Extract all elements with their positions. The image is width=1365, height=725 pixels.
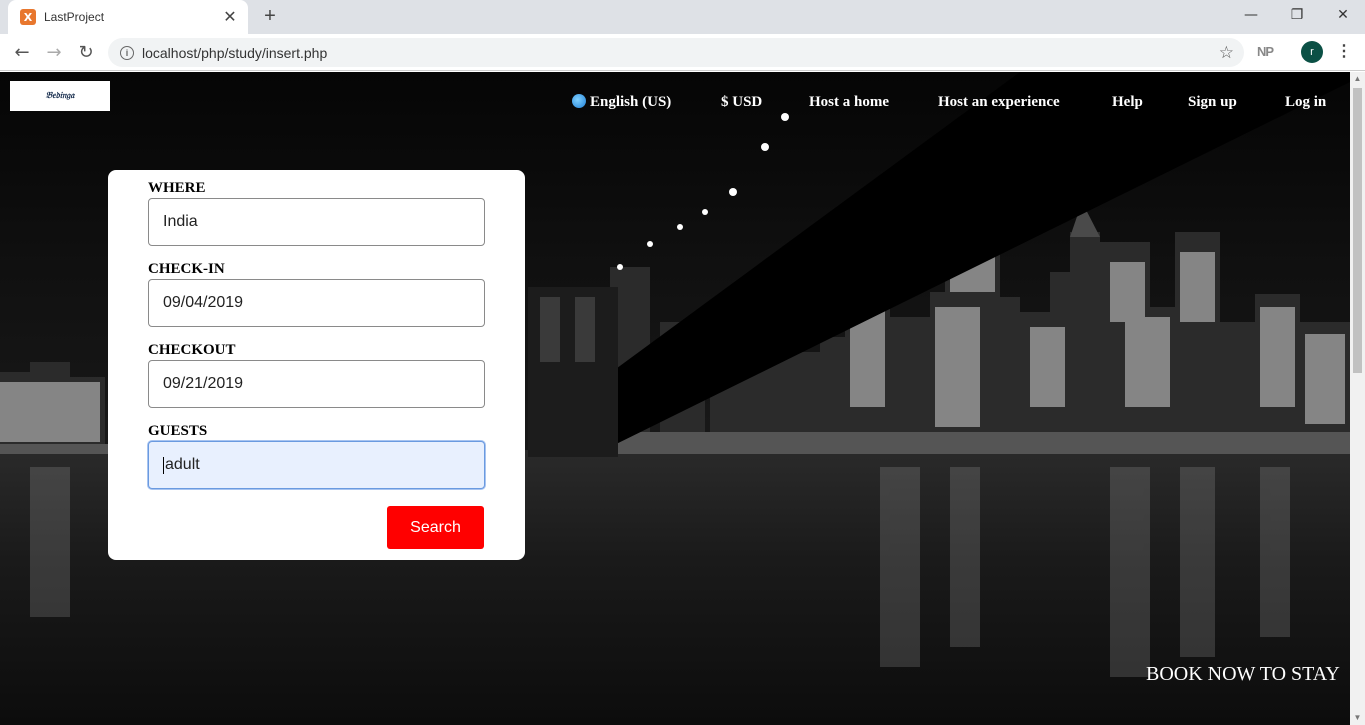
profile-avatar[interactable]: r	[1301, 41, 1323, 63]
tab-title: LastProject	[44, 10, 105, 24]
checkin-input[interactable]: 09/04/2019	[148, 279, 485, 327]
address-bar[interactable]: i localhost/php/study/insert.php ☆	[108, 38, 1244, 67]
nav-currency[interactable]: $ USD	[721, 94, 762, 111]
nav-language[interactable]: English (US)	[572, 94, 671, 111]
site-logo-text: 𝔅𝔢𝔡𝔦𝔫𝔤𝔞	[45, 91, 75, 101]
minimize-window-button[interactable]: —	[1228, 0, 1274, 30]
reload-icon[interactable]: ↻	[73, 39, 99, 65]
close-window-button[interactable]: ✕	[1320, 0, 1365, 30]
checkout-label: CHECKOUT	[148, 342, 236, 358]
search-form-card: WHERE India CHECK-IN 09/04/2019 CHECKOUT…	[108, 170, 525, 560]
checkin-value: 09/04/2019	[163, 294, 244, 311]
bookmark-star-icon[interactable]: ☆	[1219, 43, 1234, 63]
scrollbar-thumb[interactable]	[1353, 88, 1362, 373]
where-value: India	[163, 213, 198, 230]
restore-window-button[interactable]: ❐	[1274, 0, 1320, 30]
tab-close-icon[interactable]: ✕	[222, 7, 238, 27]
checkout-value: 09/21/2019	[163, 375, 244, 392]
extension-np-icon[interactable]: NP	[1257, 44, 1274, 59]
guests-value: adult	[165, 456, 200, 473]
guests-input[interactable]: adult	[148, 441, 485, 489]
forward-icon[interactable]: →	[41, 39, 67, 65]
scroll-up-arrow-icon[interactable]: ▲	[1350, 72, 1365, 86]
guests-label: GUESTS	[148, 423, 208, 439]
page-hero: 𝔅𝔢𝔡𝔦𝔫𝔤𝔞 English (US) $ USD Host a home H…	[0, 72, 1350, 725]
browser-tab[interactable]: X LastProject ✕	[8, 0, 248, 34]
browser-toolbar: ← → ↻ i localhost/php/study/insert.php ☆…	[0, 34, 1365, 71]
book-now-banner: BOOK NOW TO STAY	[1146, 663, 1340, 685]
browser-menu-icon[interactable]: ⋮	[1336, 41, 1352, 63]
checkin-label: CHECK-IN	[148, 261, 225, 277]
search-button[interactable]: Search	[387, 506, 484, 549]
nav-help[interactable]: Help	[1112, 94, 1143, 111]
nav-log-in[interactable]: Log in	[1285, 94, 1326, 111]
site-logo[interactable]: 𝔅𝔢𝔡𝔦𝔫𝔤𝔞	[10, 81, 110, 111]
new-tab-button[interactable]: +	[258, 4, 282, 28]
globe-icon	[572, 94, 586, 108]
site-info-icon[interactable]: i	[120, 45, 134, 60]
back-icon[interactable]: ←	[9, 39, 35, 65]
nav-language-label: English (US)	[590, 94, 672, 110]
nav-host-home[interactable]: Host a home	[809, 94, 889, 111]
checkout-input[interactable]: 09/21/2019	[148, 360, 485, 408]
browser-tab-strip: X LastProject ✕ + — ❐ ✕	[0, 0, 1365, 34]
nav-host-experience[interactable]: Host an experience	[938, 94, 1060, 111]
where-label: WHERE	[148, 180, 206, 196]
text-caret	[163, 456, 164, 474]
xampp-favicon-icon: X	[20, 9, 36, 25]
scroll-down-arrow-icon[interactable]: ▼	[1350, 711, 1365, 725]
where-input[interactable]: India	[148, 198, 485, 246]
nav-sign-up[interactable]: Sign up	[1188, 94, 1237, 111]
url-text[interactable]: localhost/php/study/insert.php	[142, 45, 1219, 61]
page-scrollbar[interactable]: ▲ ▼	[1350, 72, 1365, 725]
